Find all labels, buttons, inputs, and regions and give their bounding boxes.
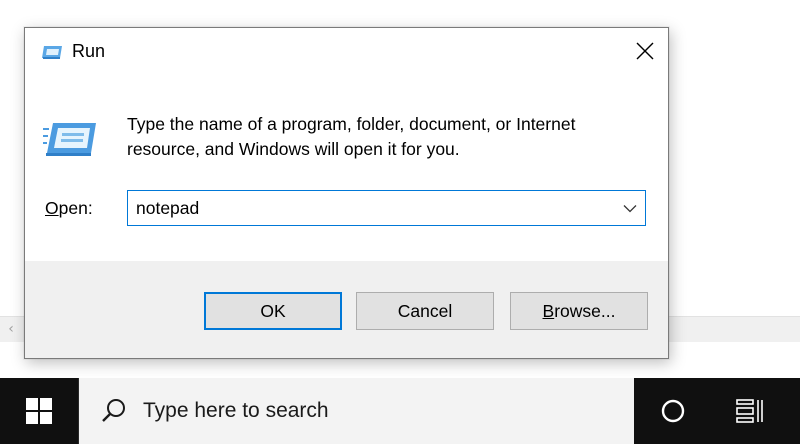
dialog-titlebar[interactable]: Run bbox=[25, 28, 668, 76]
dropdown-button[interactable] bbox=[615, 191, 645, 225]
task-view-button[interactable] bbox=[720, 378, 780, 444]
windows-logo-icon bbox=[26, 398, 52, 424]
browse-access-key: B bbox=[542, 300, 555, 321]
browse-label: rowse... bbox=[554, 300, 616, 321]
dialog-description: Type the name of a program, folder, docu… bbox=[127, 114, 576, 159]
taskbar-search-box[interactable]: Type here to search bbox=[78, 378, 634, 444]
ok-button[interactable]: OK bbox=[204, 292, 342, 330]
scroll-left-arrow-icon[interactable]: ‹ bbox=[4, 321, 18, 337]
open-label-text: pen: bbox=[58, 198, 93, 218]
open-combobox[interactable] bbox=[127, 190, 646, 226]
start-button[interactable] bbox=[0, 378, 78, 444]
search-placeholder: Type here to search bbox=[143, 399, 329, 422]
close-icon bbox=[636, 42, 654, 60]
dialog-button-bar: OK Cancel Browse... bbox=[25, 261, 668, 358]
cortana-button[interactable] bbox=[644, 378, 702, 444]
cortana-circle-icon bbox=[661, 399, 685, 423]
search-icon bbox=[102, 399, 125, 422]
chevron-down-icon bbox=[623, 204, 637, 212]
open-label: Open: bbox=[45, 198, 93, 219]
run-icon bbox=[42, 46, 62, 59]
open-input[interactable] bbox=[136, 191, 606, 225]
browse-button[interactable]: Browse... bbox=[510, 292, 648, 330]
desktop-screen: ‹ Run Type the name of a program, folder… bbox=[0, 0, 800, 444]
open-label-access-key: O bbox=[45, 198, 59, 218]
task-view-icon bbox=[736, 399, 763, 423]
close-button[interactable] bbox=[622, 28, 668, 74]
run-dialog: Run Type the name of a program, folder, … bbox=[24, 27, 669, 359]
cancel-button[interactable]: Cancel bbox=[356, 292, 494, 330]
taskbar: Type here to search bbox=[0, 378, 800, 444]
dialog-title: Run bbox=[72, 41, 106, 61]
run-icon bbox=[43, 123, 96, 156]
